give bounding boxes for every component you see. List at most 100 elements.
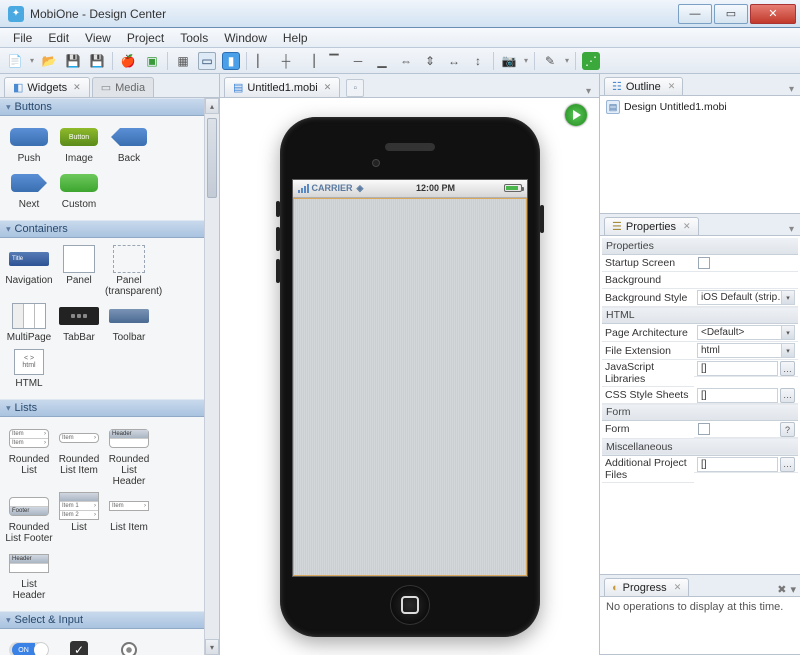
tab-properties[interactable]: ☰ Properties ✕ — [604, 217, 699, 235]
menu-project[interactable]: Project — [120, 29, 171, 47]
match-height-icon[interactable]: ↕ — [469, 52, 487, 70]
widget-push-button[interactable]: Push — [4, 124, 54, 164]
close-icon[interactable]: ✕ — [73, 82, 81, 93]
ellipsis-button[interactable]: … — [780, 457, 795, 472]
widget-list-item[interactable]: Item› List Item — [104, 493, 154, 544]
checkbox[interactable] — [698, 257, 710, 269]
align-middle-v-icon[interactable]: ─ — [349, 52, 367, 70]
menu-window[interactable]: Window — [217, 29, 274, 47]
close-button[interactable]: ✕ — [750, 4, 796, 24]
layout-v-icon[interactable]: ▮ — [222, 52, 240, 70]
wifi-icon[interactable]: ⋰ — [582, 52, 600, 70]
panel-menu-button[interactable]: ▾ — [789, 224, 796, 235]
close-icon[interactable]: ✕ — [324, 82, 332, 93]
category-lists[interactable]: Lists — [0, 399, 204, 417]
chevron-down-icon[interactable]: ▾ — [781, 344, 794, 357]
ellipsis-button[interactable]: … — [780, 388, 795, 403]
maximize-button[interactable]: ▭ — [714, 4, 748, 24]
close-icon[interactable]: ✕ — [674, 582, 682, 593]
tab-outline[interactable]: ☷ Outline ✕ — [604, 77, 683, 95]
widget-next-button[interactable]: Next — [4, 170, 54, 210]
palette-scrollbar[interactable]: ▴ ▾ — [204, 98, 219, 655]
widget-list-header[interactable]: Header List Header — [4, 550, 54, 601]
widget-checkbox[interactable]: ✓ Checkbox — [54, 637, 104, 655]
design-surface[interactable] — [293, 198, 527, 576]
chevron-down-icon[interactable]: ▾ — [781, 326, 794, 339]
match-width-icon[interactable]: ↔ — [445, 52, 463, 70]
camera-icon[interactable]: 📷 — [500, 52, 518, 70]
checkbox[interactable] — [698, 423, 710, 435]
widget-list[interactable]: Item 1›Item 2› List — [54, 493, 104, 544]
apple-icon[interactable]: 🍎 — [119, 52, 137, 70]
widget-rounded-list-header[interactable]: Header Rounded List Header — [104, 425, 154, 487]
widget-multipage[interactable]: MultiPage — [4, 303, 54, 343]
widget-tabbar[interactable]: TabBar — [54, 303, 104, 343]
widget-back-button[interactable]: Back — [104, 124, 154, 164]
widget-panel-transparent[interactable]: Panel (transparent) — [104, 246, 154, 297]
save-all-icon[interactable]: 💾 — [88, 52, 106, 70]
help-button[interactable]: ? — [780, 422, 795, 437]
widget-rounded-list-item[interactable]: Item› Rounded List Item — [54, 425, 104, 487]
panel-menu-button[interactable]: ▾ — [790, 583, 796, 596]
editor-canvas[interactable]: CARRIER ◈ 12:00 PM — [220, 98, 599, 655]
prop-css-sheets[interactable]: CSS Style Sheets []… — [602, 387, 798, 404]
run-button[interactable] — [565, 104, 587, 126]
widget-image-button[interactable]: Button Image — [54, 124, 104, 164]
home-button[interactable] — [390, 585, 430, 625]
widget-radio[interactable]: Radio Button — [104, 637, 154, 655]
widget-toolbar[interactable]: Toolbar — [104, 303, 154, 343]
chevron-down-icon[interactable]: ▾ — [781, 291, 794, 304]
menu-tools[interactable]: Tools — [173, 29, 215, 47]
layout-h-icon[interactable]: ▭ — [198, 52, 216, 70]
prop-form[interactable]: Form ? — [602, 421, 798, 439]
category-containers[interactable]: Containers — [0, 220, 204, 238]
widget-toggle[interactable]: Toggle — [4, 637, 54, 655]
widget-panel[interactable]: Panel — [54, 246, 104, 297]
prop-startup-screen[interactable]: Startup Screen — [602, 255, 798, 272]
distribute-h-icon[interactable]: ⇔ — [397, 52, 415, 70]
open-icon[interactable]: 📂 — [40, 52, 58, 70]
category-select-input[interactable]: Select & Input — [0, 611, 204, 629]
ellipsis-button[interactable]: … — [780, 361, 795, 376]
widget-custom-button[interactable]: Custom — [54, 170, 104, 210]
align-right-icon[interactable]: ▕ — [301, 52, 319, 70]
align-center-h-icon[interactable]: ┼ — [277, 52, 295, 70]
android-icon[interactable]: ▣ — [143, 52, 161, 70]
new-tab-button[interactable]: ▫ — [346, 79, 364, 97]
close-icon[interactable]: ✕ — [683, 221, 691, 232]
wand-icon[interactable]: ✎ — [541, 52, 559, 70]
minimize-button[interactable]: — — [678, 4, 712, 24]
widget-rounded-list-footer[interactable]: Footer Rounded List Footer — [4, 493, 54, 544]
prop-file-extension[interactable]: File Extension html▾ — [602, 342, 798, 360]
prop-background-style[interactable]: Background Style iOS Default (strip…▾ — [602, 289, 798, 307]
menu-view[interactable]: View — [78, 29, 118, 47]
prop-additional-files[interactable]: Additional Project Files []… — [602, 455, 798, 482]
editor-tab[interactable]: ▤ Untitled1.mobi ✕ — [224, 77, 340, 97]
menu-edit[interactable]: Edit — [41, 29, 76, 47]
close-icon[interactable]: ✕ — [668, 81, 676, 92]
tab-widgets[interactable]: ◧ Widgets ✕ — [4, 77, 90, 97]
align-left-icon[interactable]: ▏ — [253, 52, 271, 70]
widget-html[interactable]: < >html HTML — [4, 349, 54, 389]
align-top-icon[interactable]: ▔ — [325, 52, 343, 70]
align-bottom-icon[interactable]: ▁ — [373, 52, 391, 70]
category-buttons[interactable]: Buttons — [0, 98, 204, 116]
distribute-v-icon[interactable]: ⇕ — [421, 52, 439, 70]
signal-icon — [298, 184, 309, 193]
grid-icon[interactable]: ▦ — [174, 52, 192, 70]
prop-background[interactable]: Background — [602, 272, 798, 289]
tab-overflow-button[interactable]: ▾ — [586, 86, 591, 97]
widget-rounded-list[interactable]: Item›Item› Rounded List — [4, 425, 54, 487]
save-icon[interactable]: 💾 — [64, 52, 82, 70]
menu-file[interactable]: File — [6, 29, 39, 47]
panel-menu-button[interactable]: ▾ — [789, 84, 796, 95]
prop-js-libraries[interactable]: JavaScript Libraries []… — [602, 360, 798, 387]
tab-media[interactable]: ▭ Media — [92, 77, 154, 97]
menu-help[interactable]: Help — [276, 29, 315, 47]
widget-navigation[interactable]: Title Navigation — [4, 246, 54, 297]
outline-root-item[interactable]: ▤ Design Untitled1.mobi — [606, 100, 794, 114]
stop-all-icon[interactable]: ✖ — [777, 583, 786, 596]
new-file-icon[interactable]: 📄 — [6, 52, 24, 70]
prop-page-architecture[interactable]: Page Architecture <Default>▾ — [602, 324, 798, 342]
tab-progress[interactable]: ◐ Progress ✕ — [604, 578, 689, 596]
